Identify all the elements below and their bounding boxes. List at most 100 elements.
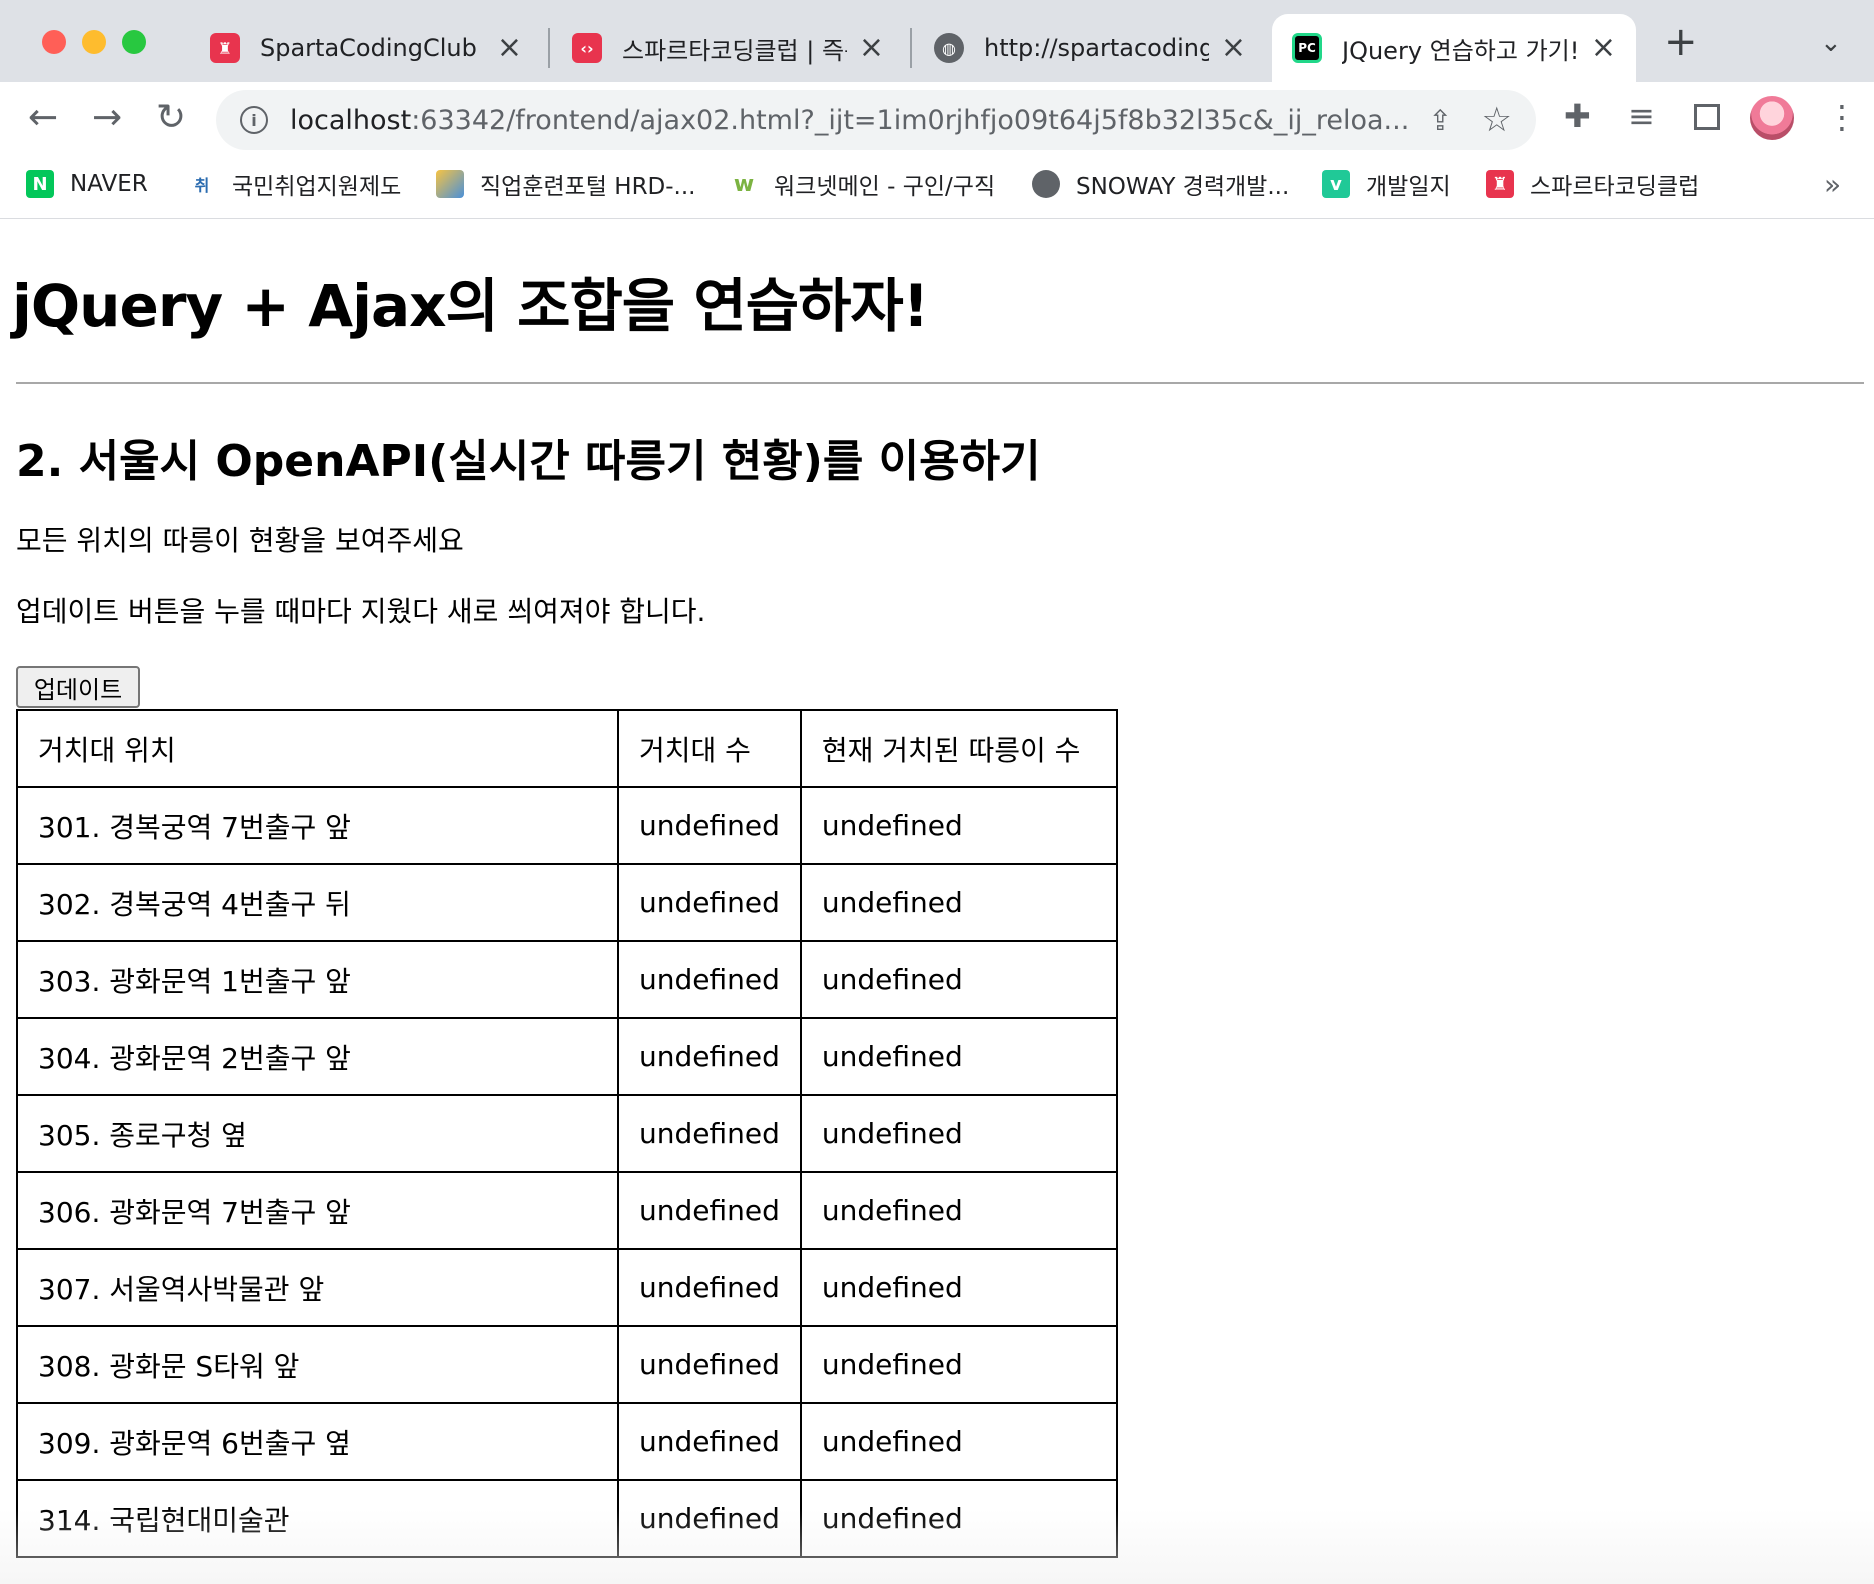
cell-rack-count: undefined xyxy=(617,1479,802,1558)
bookmark-label: SNOWAY 경력개발... xyxy=(1076,174,1290,200)
tab-divider xyxy=(548,28,550,68)
cell-rack-count: undefined xyxy=(617,1171,802,1250)
close-icon[interactable]: × xyxy=(1591,33,1616,63)
cell-location: 301. 경복궁역 7번출구 앞 xyxy=(16,786,619,865)
zoom-window-button[interactable] xyxy=(122,30,146,54)
cell-location: 306. 광화문역 7번출구 앞 xyxy=(16,1171,619,1250)
cell-location: 308. 광화문 S타워 앞 xyxy=(16,1325,619,1404)
tab-sparta-url[interactable]: ◍ http://spartacodingcl × xyxy=(914,14,1266,82)
reload-icon[interactable]: ↻ xyxy=(156,100,186,136)
bookmark-label: 개발일지 xyxy=(1366,174,1451,200)
close-window-button[interactable] xyxy=(42,30,66,54)
cell-current-bikes: undefined xyxy=(799,1479,1118,1558)
cell-rack-count: undefined xyxy=(617,940,802,1019)
cell-rack-count: undefined xyxy=(617,786,802,865)
cell-current-bikes: undefined xyxy=(799,1017,1118,1096)
url-path: :63342/frontend/ajax02.html?_ijt=1im0rjh… xyxy=(411,104,1410,136)
cell-current-bikes: undefined xyxy=(799,1248,1118,1327)
globe-icon xyxy=(1032,170,1060,198)
sparta-icon: ♜ xyxy=(1486,170,1514,198)
bookmark-hrd[interactable]: 직업훈련포털 HRD-... xyxy=(436,168,696,200)
tab-divider xyxy=(910,28,912,68)
url-text[interactable]: localhost:63342/frontend/ajax02.html?_ij… xyxy=(290,105,1430,136)
bookmark-naver[interactable]: N NAVER xyxy=(26,168,148,200)
table-row: 307. 서울역사박물관 앞 undefined undefined xyxy=(16,1248,1118,1327)
table-row: 314. 국립현대미술관 undefined undefined xyxy=(16,1479,1118,1558)
naver-icon: N xyxy=(26,170,54,198)
page-content: jQuery + Ajax의 조합을 연습하자! 2. 서울시 OpenAPI(… xyxy=(0,219,1874,1584)
pycharm-favicon-icon: PC xyxy=(1292,33,1322,63)
header-current-bikes: 현재 거치된 따릉이 수 xyxy=(799,709,1118,788)
section-title: 2. 서울시 OpenAPI(실시간 따릉기 현황)를 이용하기 xyxy=(16,436,1041,487)
cell-rack-count: undefined xyxy=(617,1402,802,1481)
bookmark-star-icon[interactable]: ☆ xyxy=(1482,100,1512,140)
tab-jquery-practice[interactable]: PC JQuery 연습하고 가기! × xyxy=(1272,14,1636,82)
cell-location: 305. 종로구청 옆 xyxy=(16,1094,619,1173)
minimize-window-button[interactable] xyxy=(82,30,106,54)
back-arrow-icon[interactable]: ← xyxy=(28,100,58,136)
bookmark-label: 스파르타코딩클럽 xyxy=(1530,174,1700,200)
table-header-row: 거치대 위치 거치대 수 현재 거치된 따릉이 수 xyxy=(16,709,1118,788)
profile-avatar[interactable] xyxy=(1750,96,1794,140)
cell-location: 309. 광화문역 6번출구 옆 xyxy=(16,1402,619,1481)
more-menu-icon[interactable]: ⋮ xyxy=(1826,98,1858,136)
table-row: 302. 경복궁역 4번출구 뒤 undefined undefined xyxy=(16,863,1118,942)
sparta-favicon-icon: ♜ xyxy=(210,33,240,63)
description-line-1: 모든 위치의 따릉이 현황을 보여주세요 xyxy=(16,524,464,557)
table-row: 304. 광화문역 2번출구 앞 undefined undefined xyxy=(16,1017,1118,1096)
cell-current-bikes: undefined xyxy=(799,1094,1118,1173)
tab-sparta-qna[interactable]: ‹› 스파르타코딩클럽 | 즉문 × xyxy=(552,14,904,82)
employment-icon: 취 xyxy=(188,170,216,198)
cell-location: 307. 서울역사박물관 앞 xyxy=(16,1248,619,1327)
bookmark-label: 워크넷메인 - 구인/구직 xyxy=(774,174,996,200)
tab-title: SpartaCodingClub xyxy=(260,34,477,62)
new-tab-plus-icon[interactable]: + xyxy=(1664,22,1698,62)
table-row: 306. 광화문역 7번출구 앞 undefined undefined xyxy=(16,1171,1118,1250)
cell-location: 302. 경복궁역 4번출구 뒤 xyxy=(16,863,619,942)
bookmark-label: NAVER xyxy=(70,171,148,197)
table-body: 301. 경복궁역 7번출구 앞 undefined undefined 302. 경… xyxy=(16,786,1118,1558)
site-info-icon[interactable]: i xyxy=(240,106,268,134)
bookmark-worknet[interactable]: w 워크넷메인 - 구인/구직 xyxy=(730,168,995,200)
close-icon[interactable]: × xyxy=(859,33,884,63)
horizontal-rule xyxy=(16,382,1864,384)
cell-rack-count: undefined xyxy=(617,1248,802,1327)
cell-rack-count: undefined xyxy=(617,1017,802,1096)
cell-current-bikes: undefined xyxy=(799,1325,1118,1404)
cell-rack-count: undefined xyxy=(617,863,802,942)
tab-search-chevron-down-icon[interactable]: ⌄ xyxy=(1820,28,1842,58)
share-icon[interactable]: ⇪ xyxy=(1429,104,1452,137)
bookmark-snoway[interactable]: SNOWAY 경력개발... xyxy=(1032,168,1289,200)
table-row: 301. 경복궁역 7번출구 앞 undefined undefined xyxy=(16,786,1118,865)
worknet-icon: w xyxy=(730,170,758,198)
update-button[interactable]: 업데이트 xyxy=(16,666,140,708)
velog-icon: v xyxy=(1322,170,1350,198)
media-queue-icon[interactable]: ≡ xyxy=(1628,100,1655,132)
cell-location: 303. 광화문역 1번출구 앞 xyxy=(16,940,619,1019)
table-row: 309. 광화문역 6번출구 옆 undefined undefined xyxy=(16,1402,1118,1481)
bookmark-employment[interactable]: 취 국민취업지원제도 xyxy=(188,168,401,200)
tab-sparta-coding-club[interactable]: ♜ SpartaCodingClub × xyxy=(190,14,542,82)
address-bar[interactable]: i localhost:63342/frontend/ajax02.html?_… xyxy=(216,90,1536,150)
cell-location: 314. 국립현대미술관 xyxy=(16,1479,619,1558)
table-row: 303. 광화문역 1번출구 앞 undefined undefined xyxy=(16,940,1118,1019)
cell-current-bikes: undefined xyxy=(799,863,1118,942)
close-icon[interactable]: × xyxy=(497,33,522,63)
close-icon[interactable]: × xyxy=(1221,33,1246,63)
header-rack-count: 거치대 수 xyxy=(617,709,802,788)
browser-toolbar: ← → ↻ i localhost:63342/frontend/ajax02.… xyxy=(0,82,1874,236)
extensions-puzzle-icon[interactable]: ✚ xyxy=(1564,100,1591,132)
forward-arrow-icon[interactable]: → xyxy=(92,100,122,136)
globe-favicon-icon: ◍ xyxy=(934,33,964,63)
more-bookmarks-chevron-icon[interactable]: » xyxy=(1824,168,1841,201)
hrd-icon xyxy=(436,170,464,198)
sparta-code-favicon-icon: ‹› xyxy=(572,33,602,63)
cell-current-bikes: undefined xyxy=(799,1171,1118,1250)
bookmark-sparta[interactable]: ♜ 스파르타코딩클럽 xyxy=(1486,168,1699,200)
page-title: jQuery + Ajax의 조합을 연습하자! xyxy=(12,272,929,340)
tab-title: http://spartacodingcl xyxy=(984,34,1209,62)
tab-strip: ♜ SpartaCodingClub × ‹› 스파르타코딩클럽 | 즉문 × … xyxy=(0,0,1874,82)
bookmark-dev-log[interactable]: v 개발일지 xyxy=(1322,168,1451,200)
cell-current-bikes: undefined xyxy=(799,1402,1118,1481)
side-panel-icon[interactable] xyxy=(1694,104,1720,130)
